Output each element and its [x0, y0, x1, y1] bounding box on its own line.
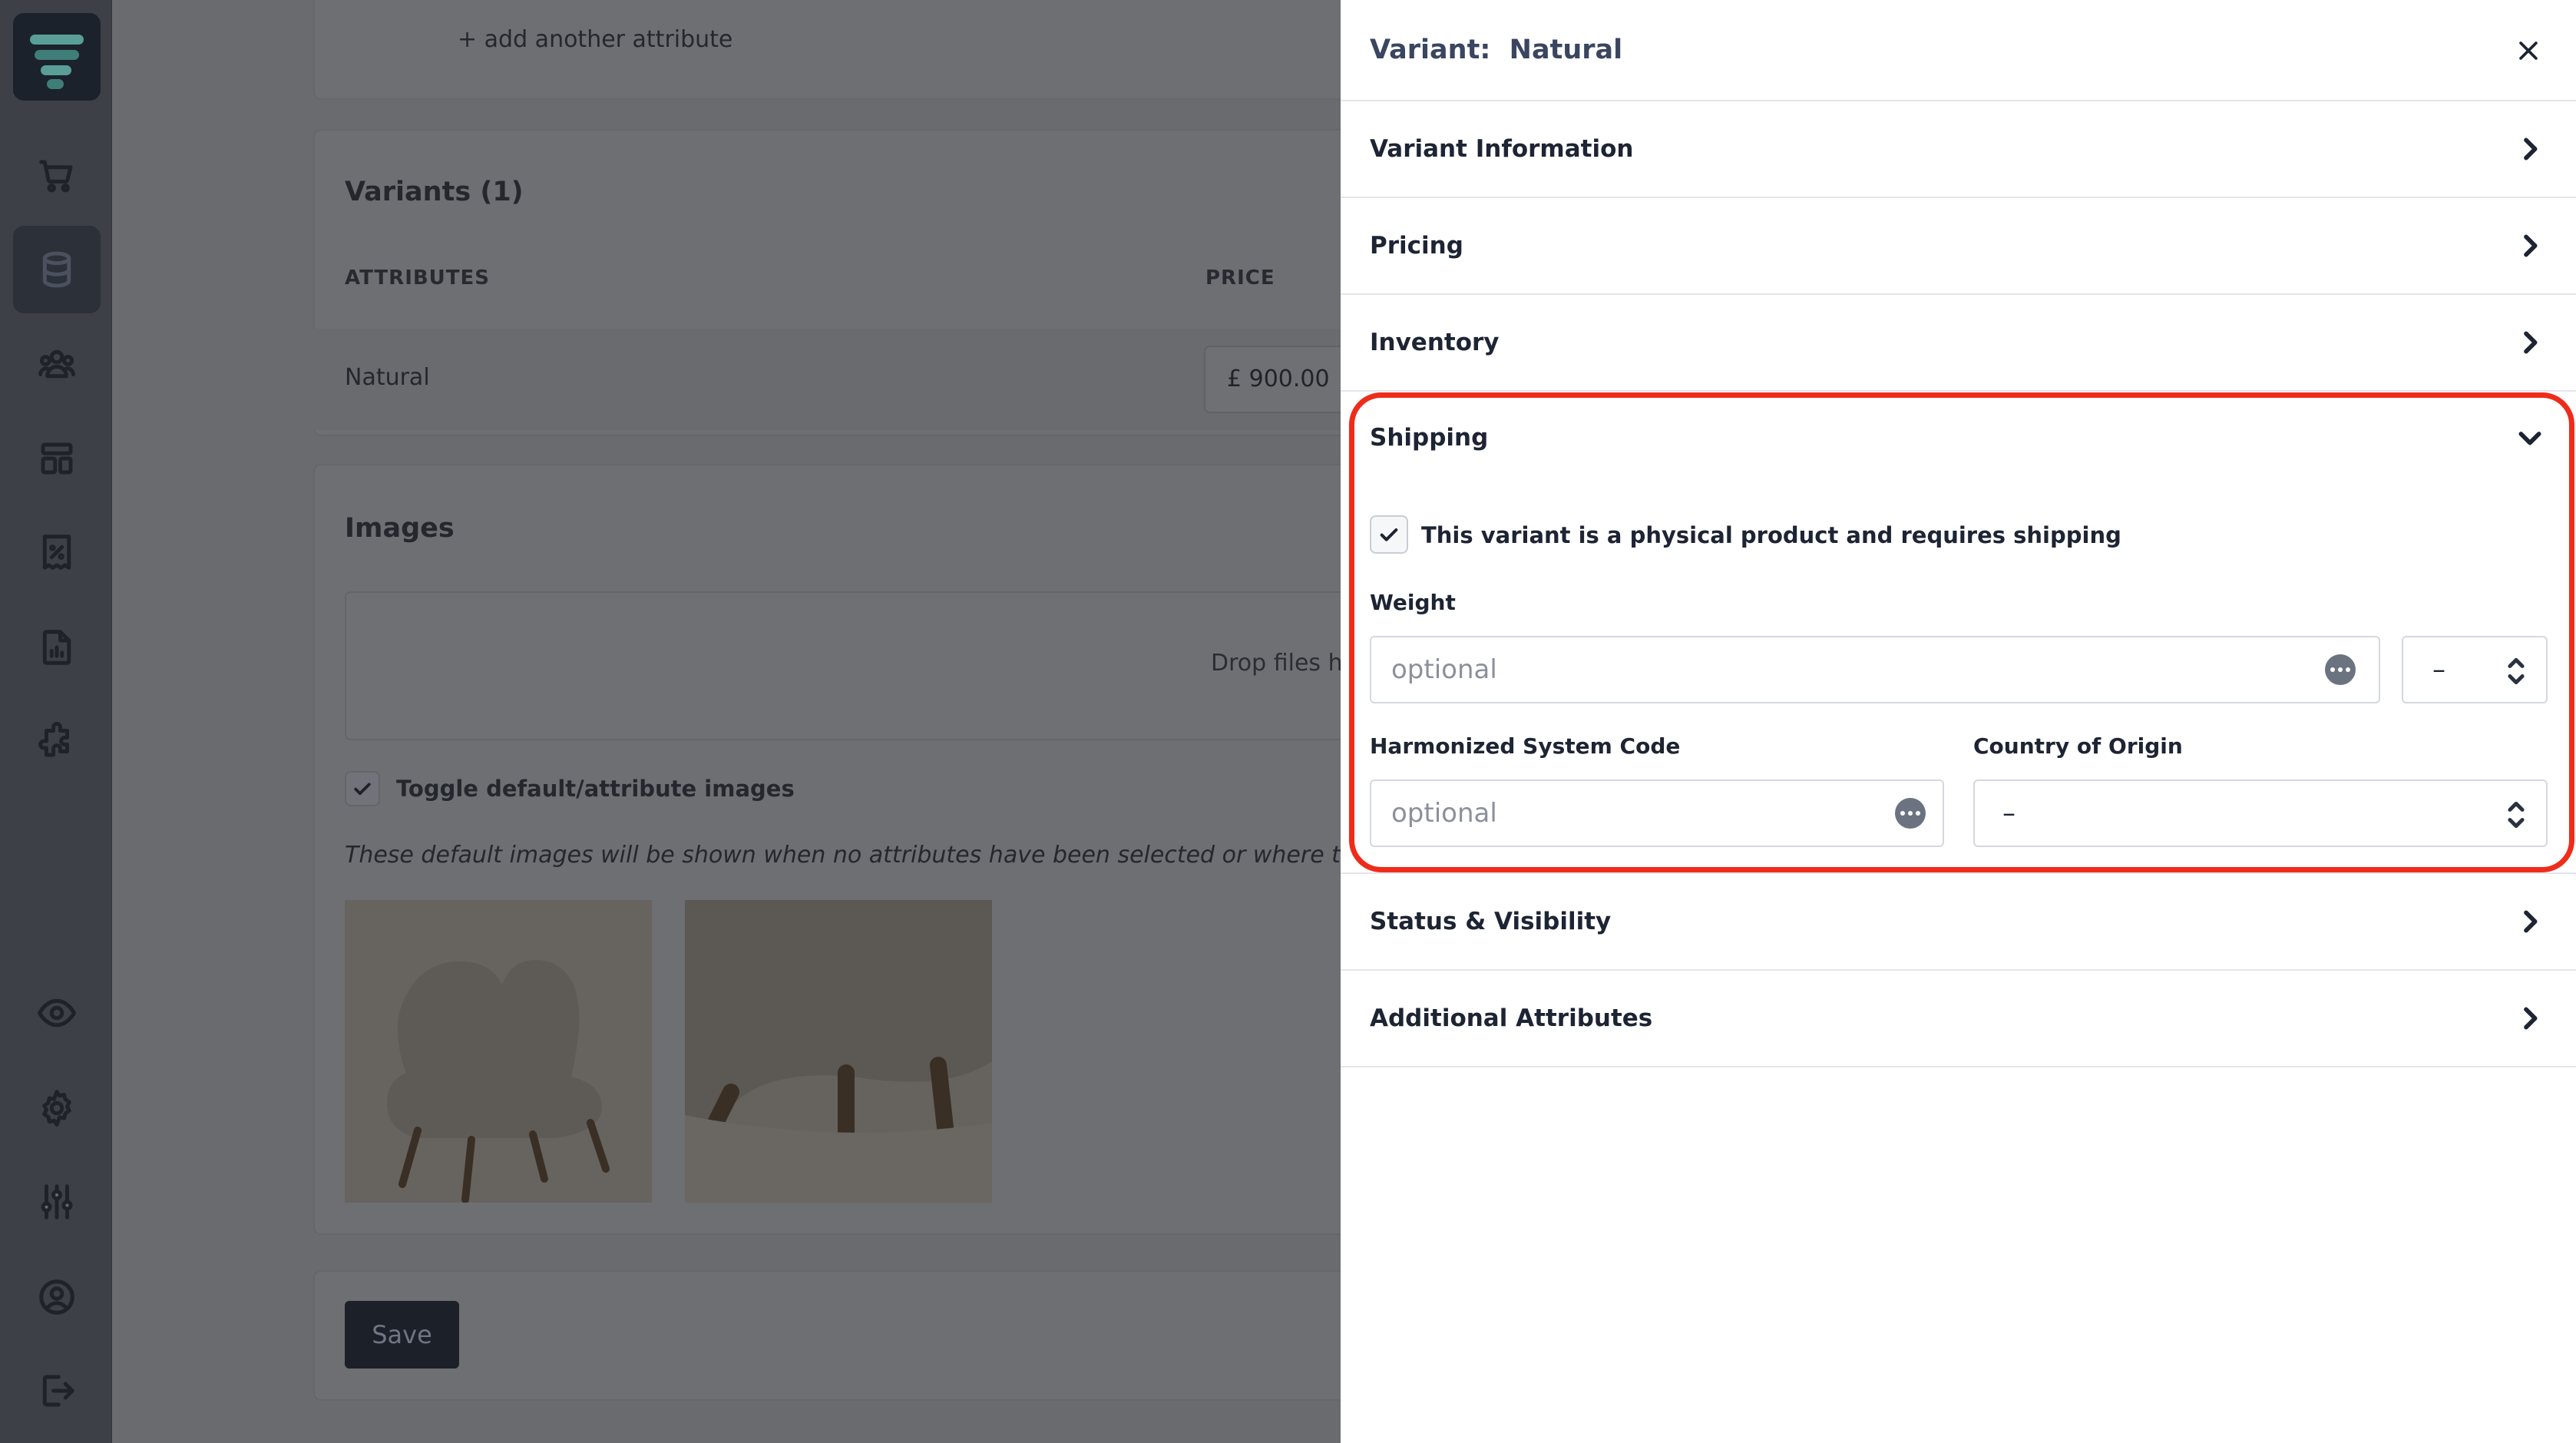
section-additional-attributes[interactable]: Additional Attributes	[1341, 971, 2576, 1067]
nav-orders[interactable]	[13, 132, 101, 220]
col-price-header: PRICE	[1205, 266, 1275, 290]
hs-code-label: Harmonized System Code	[1370, 733, 1681, 759]
col-attributes-header: ATTRIBUTES	[345, 266, 491, 290]
more-dots-icon[interactable]	[2325, 654, 2356, 685]
nav-products[interactable]	[13, 226, 101, 313]
chevron-right-icon	[2515, 1003, 2545, 1034]
nav-preview[interactable]	[13, 969, 101, 1057]
dropzone-text: Drop files h	[1211, 650, 1343, 677]
database-icon	[42, 251, 71, 288]
section-inventory[interactable]: Inventory	[1341, 295, 2576, 392]
section-label: Additional Attributes	[1370, 1004, 1653, 1032]
logout-icon	[42, 1375, 74, 1407]
section-label: Shipping	[1370, 424, 1489, 452]
weight-label: Weight	[1370, 590, 1456, 615]
images-title: Images	[345, 513, 455, 544]
chevron-down-icon	[2515, 422, 2545, 453]
more-dots-icon[interactable]	[1895, 798, 1926, 829]
section-label: Inventory	[1370, 329, 1500, 356]
country-select[interactable]: –	[1973, 779, 2548, 847]
nav-logout[interactable]	[13, 1347, 101, 1435]
gear-icon	[42, 1090, 71, 1127]
close-button[interactable]	[2507, 29, 2550, 72]
drawer-header: Variant: Natural	[1341, 0, 2576, 101]
physical-product-label: This variant is a physical product and r…	[1421, 522, 2121, 548]
section-label: Pricing	[1370, 232, 1463, 260]
section-variant-information[interactable]: Variant Information	[1341, 101, 2576, 198]
product-image-2[interactable]	[685, 900, 992, 1203]
physical-product-checkbox[interactable]	[1370, 515, 1408, 554]
chevron-right-icon	[2515, 906, 2545, 937]
variant-drawer: Variant: Natural Variant Information Pri…	[1341, 0, 2576, 1443]
nav-discounts[interactable]	[13, 508, 101, 596]
add-attribute-link[interactable]: + add another attribute	[458, 26, 732, 53]
users-icon	[38, 349, 75, 379]
hs-code-input[interactable]	[1370, 779, 1944, 847]
updown-icon	[2506, 656, 2526, 687]
nav-customers[interactable]	[13, 320, 101, 408]
eye-icon	[38, 998, 76, 1028]
puzzle-icon	[38, 722, 69, 757]
country-value: –	[2002, 798, 2015, 829]
chevron-right-icon	[2515, 327, 2545, 358]
user-circle-icon	[39, 1279, 74, 1315]
nav-content[interactable]	[13, 415, 101, 502]
check-icon	[354, 783, 371, 796]
drawer-title: Variant: Natural	[1370, 35, 1623, 65]
variant-row-price[interactable]: £ 900.00	[1204, 346, 1357, 413]
section-label: Status & Visibility	[1370, 908, 1612, 935]
nav-settings[interactable]	[13, 1064, 101, 1152]
chevron-right-icon	[2515, 134, 2545, 164]
close-icon	[2519, 41, 2538, 60]
shipping-header[interactable]: Shipping	[1341, 390, 2576, 487]
attributes-card: + add another attribute	[313, 0, 1465, 100]
nav-reports[interactable]	[13, 604, 101, 691]
app-logo[interactable]	[13, 13, 101, 101]
country-label: Country of Origin	[1973, 733, 2183, 759]
section-label: Variant Information	[1370, 135, 1634, 163]
report-icon	[42, 630, 71, 665]
save-button[interactable]: Save	[345, 1301, 459, 1369]
variant-row-attribute[interactable]: Natural	[345, 364, 430, 391]
cart-icon	[39, 160, 73, 193]
chevron-right-icon	[2515, 230, 2545, 261]
images-description: These default images will be shown when …	[345, 842, 1379, 869]
weight-input[interactable]	[1370, 636, 2380, 703]
toggle-images-checkbox[interactable]	[345, 771, 380, 806]
product-image-1[interactable]	[345, 900, 652, 1203]
product-editor-background: + add another attribute Variants (1) ATT…	[112, 0, 1465, 1443]
image-dropzone[interactable]: Drop files h	[345, 591, 1351, 740]
section-shipping: Shipping This variant is a physical prod…	[1341, 390, 2576, 874]
section-pricing[interactable]: Pricing	[1341, 198, 2576, 295]
sidebar-rail	[0, 0, 112, 1443]
check-icon	[1380, 528, 1398, 541]
nav-configuration[interactable]	[13, 1158, 101, 1246]
save-card	[313, 1270, 1465, 1401]
weight-unit-value: –	[2432, 654, 2445, 685]
nav-apps[interactable]	[13, 697, 101, 785]
variants-title: Variants (1)	[345, 177, 524, 207]
layout-icon	[41, 442, 73, 475]
sliders-icon	[41, 1184, 73, 1220]
toggle-images-label: Toggle default/attribute images	[396, 776, 795, 802]
discount-icon	[42, 535, 71, 570]
updown-icon	[2506, 799, 2526, 830]
nav-account[interactable]	[13, 1253, 101, 1341]
weight-unit-select[interactable]: –	[2402, 636, 2548, 703]
section-status-visibility[interactable]: Status & Visibility	[1341, 874, 2576, 971]
